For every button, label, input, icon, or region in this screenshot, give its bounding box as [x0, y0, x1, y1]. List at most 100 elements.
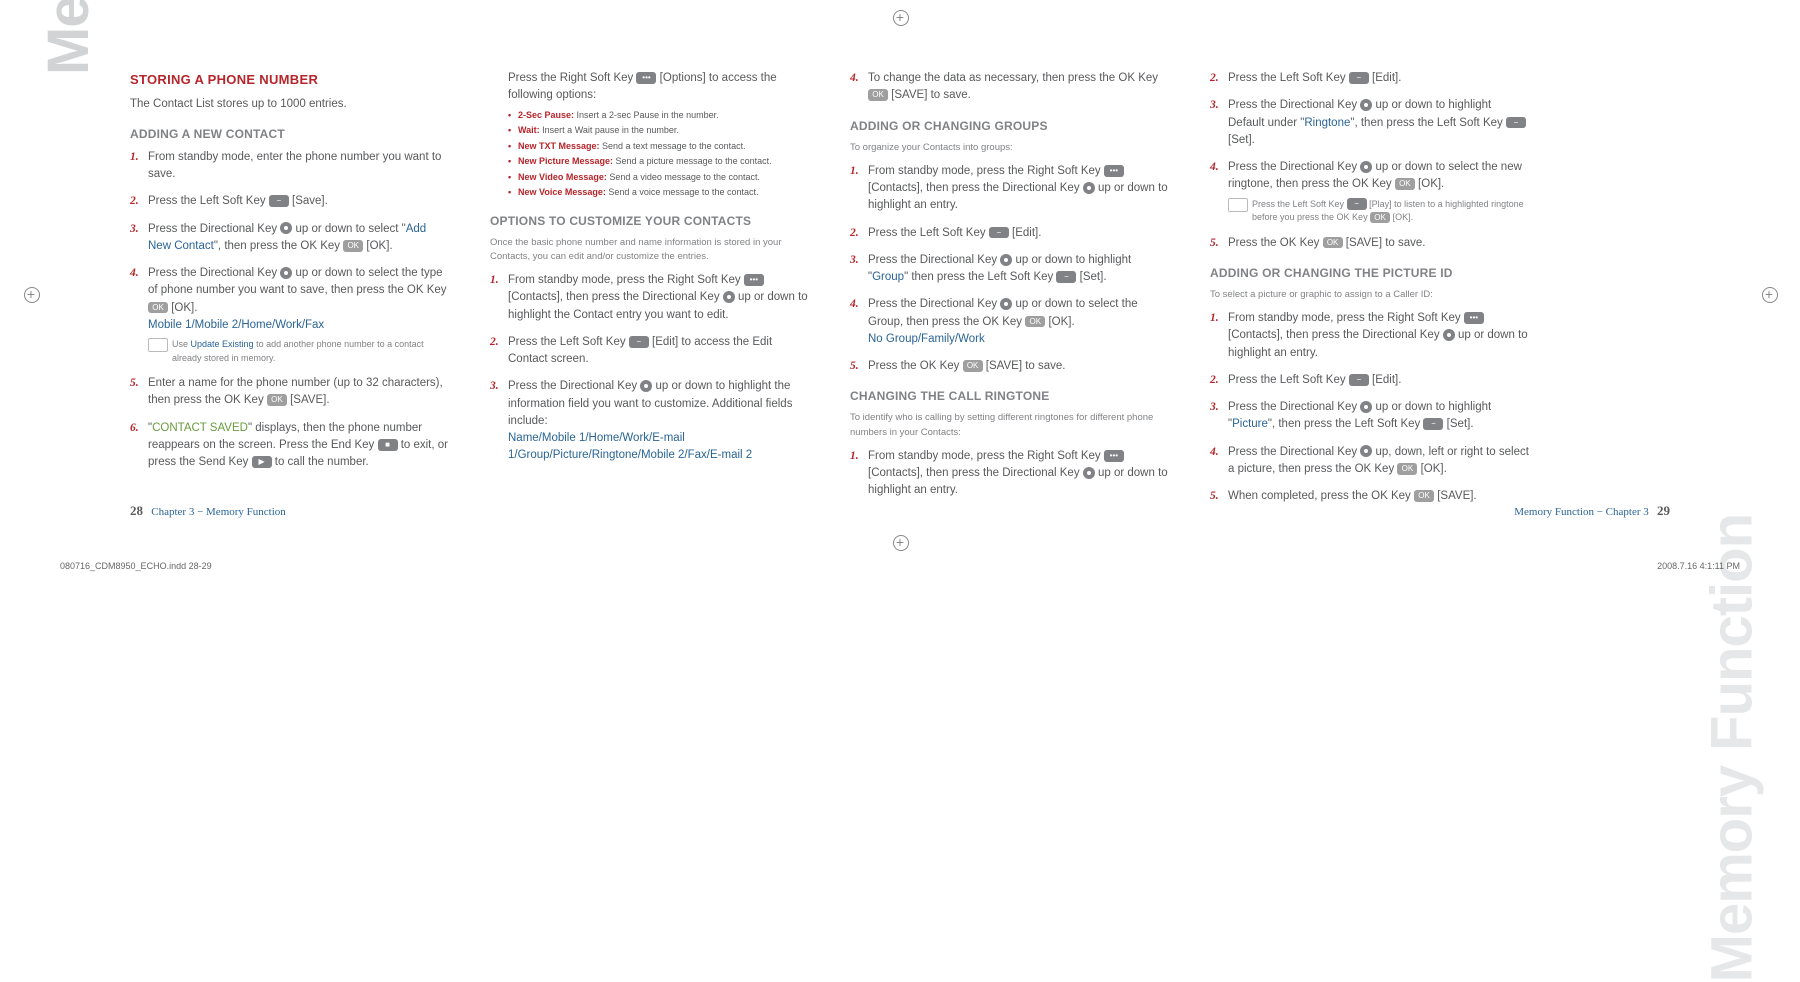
- okkey-icon: OK: [343, 240, 363, 252]
- subtext: To organize your Contacts into groups:: [850, 141, 1170, 155]
- step: Press the Directional Key up or down to …: [130, 265, 450, 365]
- heading-picture-id: ADDING OR CHANGING THE PICTURE ID: [1210, 264, 1530, 282]
- footer-right: Memory Function − Chapter 3 29: [1514, 503, 1670, 519]
- steps-picture: From standby mode, press the Right Soft …: [1210, 310, 1530, 505]
- step: From standby mode, press the Right Soft …: [850, 448, 1170, 500]
- dirkey-icon: [1443, 329, 1455, 341]
- softkey-icon: −: [989, 227, 1009, 239]
- step: From standby mode, press the Right Soft …: [1210, 310, 1530, 362]
- print-meta-right: 2008.7.16 4:1:11 PM: [1657, 561, 1740, 571]
- sendkey-icon: ▶: [252, 456, 272, 468]
- softkey-icon: −: [1349, 374, 1369, 386]
- softkey-icon: −: [1056, 271, 1076, 283]
- endkey-icon: ■: [378, 439, 398, 451]
- okkey-icon: OK: [1397, 463, 1417, 475]
- heading-storing: STORING A PHONE NUMBER: [130, 70, 450, 90]
- registration-mark: [893, 10, 907, 24]
- step: Press the Left Soft Key − [Edit].: [1210, 70, 1530, 87]
- dirkey-icon: [1360, 161, 1372, 173]
- steps-ringtone-cont: Press the Left Soft Key − [Edit]. Press …: [1210, 70, 1530, 252]
- step: From standby mode, press the Right Soft …: [850, 163, 1170, 215]
- softkey-icon: −: [269, 195, 289, 207]
- step: Press the Directional Key up or down to …: [850, 252, 1170, 287]
- step: Press the Directional Key up or down to …: [850, 296, 1170, 348]
- step: Press the Directional Key up or down to …: [1210, 97, 1530, 149]
- option: Wait: Insert a Wait pause in the number.: [508, 124, 810, 138]
- steps-add-contact: From standby mode, enter the phone numbe…: [130, 149, 450, 472]
- step: Press the Directional Key up or down to …: [490, 378, 810, 464]
- content-area: STORING A PHONE NUMBER The Contact List …: [0, 0, 1800, 589]
- okkey-icon: OK: [1395, 178, 1415, 190]
- softkey-icon: −: [1506, 117, 1526, 129]
- step: From standby mode, press the Right Soft …: [490, 272, 810, 324]
- step: Press the Directional Key up or down to …: [130, 221, 450, 256]
- dirkey-icon: [280, 222, 292, 234]
- steps-groups: From standby mode, press the Right Soft …: [850, 163, 1170, 376]
- column-4: Press the Left Soft Key − [Edit]. Press …: [1210, 70, 1530, 589]
- option: 2-Sec Pause: Insert a 2-sec Pause in the…: [508, 109, 810, 123]
- page-spread: Memory Function Memory Function STORING …: [0, 0, 1800, 589]
- softkey-icon: −: [629, 336, 649, 348]
- option: New Voice Message: Send a voice message …: [508, 186, 810, 200]
- dirkey-icon: [1000, 254, 1012, 266]
- step: Press the Directional Key up or down to …: [1210, 399, 1530, 434]
- side-tab-right: Memory Function: [1698, 514, 1765, 982]
- subtext: Once the basic phone number and name inf…: [490, 236, 810, 265]
- dirkey-icon: [1000, 298, 1012, 310]
- softkey-icon: •••: [1104, 165, 1124, 177]
- column-3: To change the data as necessary, then pr…: [850, 70, 1170, 589]
- subtext: To identify who is calling by setting di…: [850, 411, 1170, 440]
- dirkey-icon: [1360, 401, 1372, 413]
- softkey-icon: −: [1423, 418, 1443, 430]
- step: From standby mode, enter the phone numbe…: [130, 149, 450, 184]
- okkey-icon: OK: [1323, 237, 1343, 249]
- step: Press the Left Soft Key − [Edit] to acce…: [490, 334, 810, 369]
- steps-customize: From standby mode, press the Right Soft …: [490, 272, 810, 465]
- dirkey-icon: [1083, 467, 1095, 479]
- okkey-icon: OK: [1414, 490, 1434, 502]
- dirkey-icon: [723, 291, 735, 303]
- dirkey-icon: [280, 267, 292, 279]
- softkey-icon: •••: [636, 72, 656, 84]
- registration-mark: [893, 535, 907, 549]
- dirkey-icon: [1083, 182, 1095, 194]
- footer-left: 28 Chapter 3 − Memory Function: [130, 503, 286, 519]
- registration-mark: [1762, 287, 1776, 301]
- option: New Picture Message: Send a picture mess…: [508, 155, 810, 169]
- option: New TXT Message: Send a text message to …: [508, 140, 810, 154]
- softkey-icon: •••: [744, 274, 764, 286]
- okkey-icon: OK: [1370, 212, 1390, 224]
- subtext: To select a picture or graphic to assign…: [1210, 288, 1530, 302]
- options-list: 2-Sec Pause: Insert a 2-sec Pause in the…: [490, 109, 810, 200]
- softkey-icon: •••: [1464, 312, 1484, 324]
- side-tab-left: Memory Function: [35, 0, 102, 75]
- okkey-icon: OK: [148, 302, 168, 314]
- heading-customize: OPTIONS TO CUSTOMIZE YOUR CONTACTS: [490, 212, 810, 230]
- intro-text: The Contact List stores up to 1000 entri…: [130, 96, 450, 113]
- continuation: Press the Right Soft Key ••• [Options] t…: [490, 70, 810, 105]
- step: Enter a name for the phone number (up to…: [130, 375, 450, 410]
- softkey-icon: •••: [1104, 450, 1124, 462]
- heading-groups: ADDING OR CHANGING GROUPS: [850, 117, 1170, 135]
- step: Press the Left Soft Key − [Save].: [130, 193, 450, 210]
- okkey-icon: OK: [267, 394, 287, 406]
- step: Press the Left Soft Key − [Edit].: [1210, 372, 1530, 389]
- step: Press the Directional Key up or down to …: [1210, 159, 1530, 225]
- okkey-icon: OK: [868, 89, 888, 101]
- softkey-icon: −: [1349, 72, 1369, 84]
- step: Press the OK Key OK [SAVE] to save.: [850, 358, 1170, 375]
- note: Press the Left Soft Key − [Play] to list…: [1228, 198, 1530, 225]
- heading-ringtone: CHANGING THE CALL RINGTONE: [850, 387, 1170, 405]
- softkey-icon: −: [1347, 198, 1367, 210]
- registration-mark: [24, 287, 38, 301]
- steps-ringtone: From standby mode, press the Right Soft …: [850, 448, 1170, 500]
- dirkey-icon: [1360, 99, 1372, 111]
- print-meta-left: 080716_CDM8950_ECHO.indd 28-29: [60, 561, 212, 571]
- option: New Video Message: Send a video message …: [508, 171, 810, 185]
- dirkey-icon: [640, 380, 652, 392]
- step: To change the data as necessary, then pr…: [850, 70, 1170, 105]
- note: Use Update Existing to add another phone…: [148, 338, 450, 365]
- column-2: Press the Right Soft Key ••• [Options] t…: [490, 70, 810, 589]
- heading-add-contact: ADDING A NEW CONTACT: [130, 125, 450, 143]
- dirkey-icon: [1360, 445, 1372, 457]
